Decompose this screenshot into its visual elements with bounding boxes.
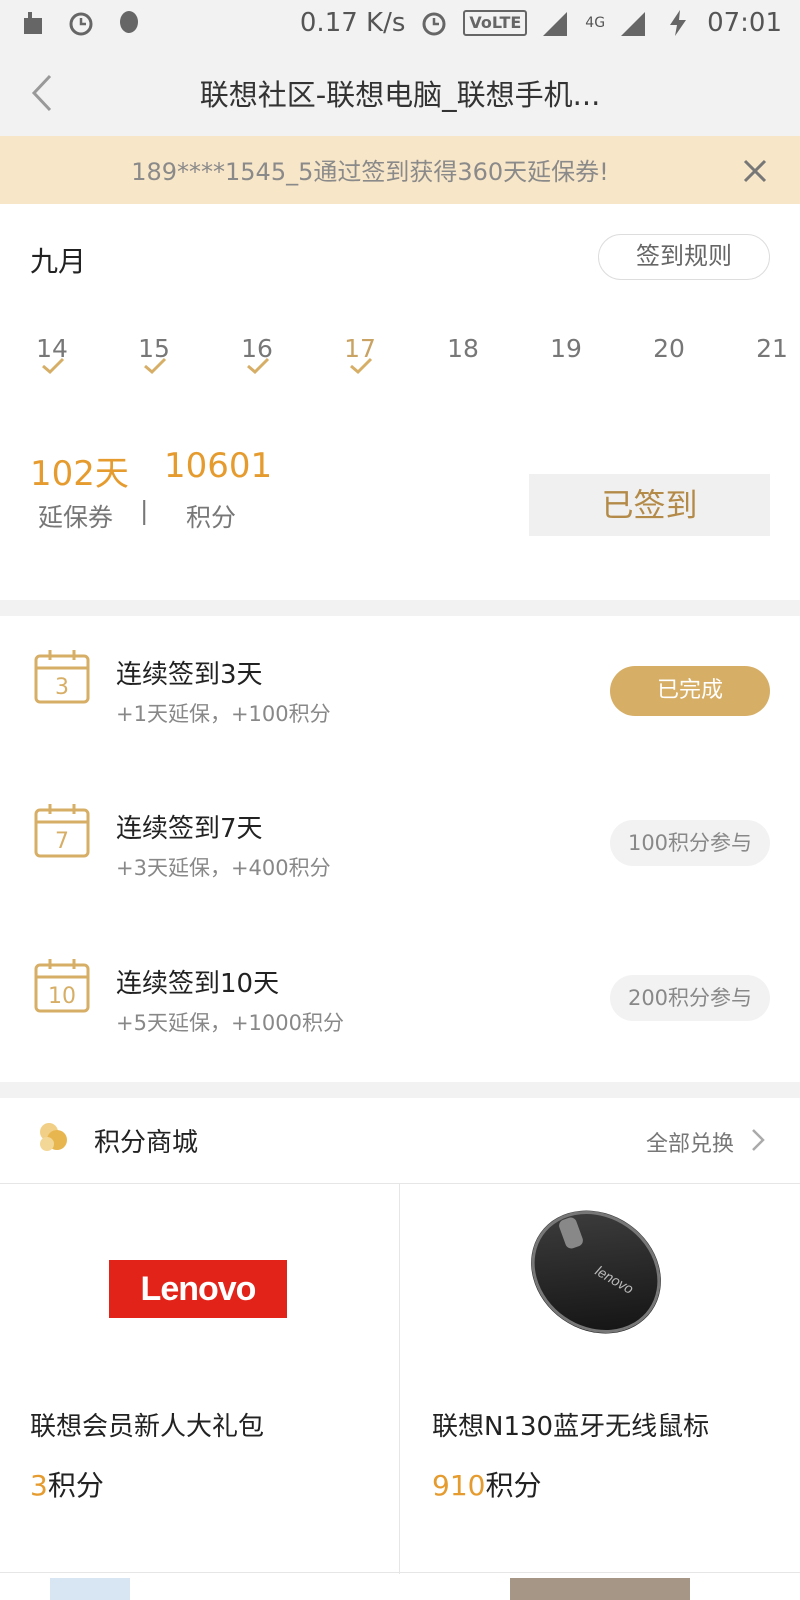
signal-icon (543, 12, 568, 36)
calendar-icon: 3 (34, 650, 90, 704)
day-item: 21 (756, 334, 788, 363)
close-icon[interactable] (740, 156, 770, 186)
alarm-icon (422, 12, 446, 36)
network-type: 4G (585, 15, 606, 31)
svg-text:3: 3 (55, 675, 69, 700)
day-item: 18 (447, 334, 479, 363)
title-bar: 联想社区-联想电脑_联想手机... (0, 50, 800, 136)
calendar-icon: 10 (34, 959, 90, 1013)
lenovo-logo: Lenovo (109, 1260, 287, 1318)
qq-icon (120, 11, 138, 33)
product-card[interactable]: lenovo 联想N130蓝牙无线鼠标 910积分 (400, 1184, 800, 1574)
price-value: 910 (432, 1469, 486, 1502)
task-join-button[interactable]: 100积分参与 (610, 820, 770, 866)
check-icon (247, 357, 270, 375)
cleaner-icon (24, 12, 42, 34)
product-name: 联想会员新人大礼包 (30, 1412, 265, 1442)
task-reward: +1天延保，+100积分 (116, 702, 331, 726)
product-name: 联想N130蓝牙无线鼠标 (432, 1412, 710, 1442)
points-mall-header: 积分商城 全部兑换 (0, 1098, 800, 1184)
warranty-value: 102天 (30, 454, 129, 494)
task-item: 10 连续签到10天 +5天延保，+1000积分 200积分参与 (0, 925, 800, 1075)
divider (0, 600, 800, 616)
check-icon (42, 357, 65, 375)
day-item: 14 (22, 334, 82, 375)
status-bar: 0.17 K/s VoLTE 4G 07:01 (0, 0, 800, 50)
product-grid: Lenovo 联想会员新人大礼包 3积分 lenovo 联想N130蓝牙无线鼠标… (0, 1184, 800, 1600)
notice-text: 189****1545_5通过签到获得360天延保券! (131, 158, 609, 186)
task-name: 连续签到3天 (116, 660, 263, 690)
task-item: 7 连续签到7天 +3天延保，+400积分 100积分参与 (0, 770, 800, 920)
stat-separator: | (140, 496, 149, 525)
signed-in-button[interactable]: 已签到 (529, 474, 770, 536)
task-name: 连续签到10天 (116, 969, 280, 999)
product-price: 910积分 (432, 1464, 541, 1504)
coins-icon (40, 1123, 67, 1151)
task-name: 连续签到7天 (116, 814, 263, 844)
checkin-section: 九月 签到规则 14 15 16 17 18 19 20 21 102天 106… (0, 204, 800, 600)
price-unit: 积分 (485, 1469, 542, 1502)
task-item: 3 连续签到3天 +1天延保，+100积分 已完成 (0, 616, 800, 766)
charging-icon (670, 10, 687, 36)
day-item: 19 (550, 334, 582, 363)
product-card[interactable]: Lenovo 联想会员新人大礼包 3积分 (0, 1184, 400, 1574)
divider (0, 1572, 800, 1573)
calendar-icon: 7 (34, 804, 90, 858)
notice-banner: 189****1545_5通过签到获得360天延保券! (0, 136, 800, 204)
clock: 07:01 (707, 8, 782, 38)
day-item: 16 (227, 334, 287, 375)
check-icon (144, 357, 167, 375)
points-value: 10601 (164, 446, 273, 486)
product-price: 3积分 (30, 1464, 104, 1504)
points-mall-title: 积分商城 (94, 1128, 199, 1158)
svg-text:10: 10 (48, 984, 76, 1009)
svg-text:7: 7 (55, 829, 69, 854)
warranty-label: 延保券 (38, 503, 114, 532)
price-unit: 积分 (47, 1469, 104, 1502)
rules-button[interactable]: 签到规则 (598, 234, 770, 280)
task-completed-button[interactable]: 已完成 (610, 666, 770, 716)
price-value: 3 (30, 1469, 48, 1502)
task-join-button[interactable]: 200积分参与 (610, 975, 770, 1021)
product-image-partial (510, 1578, 690, 1600)
month-label: 九月 (30, 245, 87, 278)
day-item: 20 (653, 334, 685, 363)
page-title: 联想社区-联想电脑_联想手机... (199, 78, 601, 112)
alarm-icon (69, 12, 93, 36)
divider (0, 1082, 800, 1098)
task-reward: +5天延保，+1000积分 (116, 1011, 344, 1035)
product-image: lenovo (400, 1184, 800, 1394)
product-image-partial (50, 1578, 130, 1600)
day-strip: 14 15 16 17 18 19 20 21 (0, 334, 800, 384)
day-item: 15 (124, 334, 184, 375)
check-icon (350, 357, 373, 375)
points-label: 积分 (186, 503, 237, 532)
signal-icon-2 (621, 12, 646, 36)
task-reward: +3天延保，+400积分 (116, 856, 331, 880)
wireless-mouse-image: lenovo (531, 1210, 661, 1334)
volte-badge: VoLTE (463, 10, 528, 36)
product-image: Lenovo (0, 1184, 400, 1394)
chevron-right-icon[interactable] (748, 1126, 768, 1154)
redeem-all-link[interactable]: 全部兑换 (646, 1126, 734, 1158)
net-speed: 0.17 K/s (299, 8, 406, 38)
day-item-today: 17 (330, 334, 390, 375)
